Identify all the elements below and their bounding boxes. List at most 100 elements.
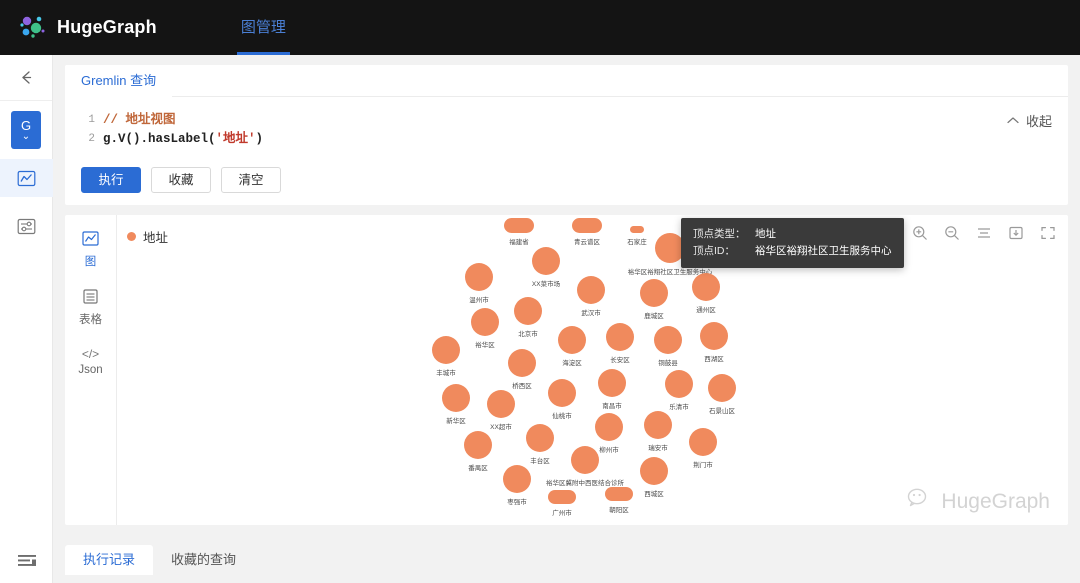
graph-node-circle[interactable] (526, 424, 554, 452)
graph-node-circle[interactable] (640, 279, 668, 307)
arrow-left-icon (21, 71, 31, 84)
app-root: HugeGraph 图管理 G ⌄ Gremlin 查询 收起 1 // 地址视… (0, 0, 1080, 583)
wechat-watermark: HugeGraph (907, 487, 1050, 517)
graph-node-label: 青云谱区 (574, 239, 600, 246)
graph-node-circle[interactable] (514, 297, 542, 325)
brand-name: HugeGraph (57, 17, 157, 37)
graph-node-circle[interactable] (504, 218, 534, 233)
chart-analysis-icon (10, 163, 44, 193)
canvas-toolbar (912, 225, 1056, 241)
zoom-in-icon[interactable] (912, 225, 928, 241)
graph-node-circle[interactable] (598, 369, 626, 397)
graph-node-label: 石景山区 (709, 408, 735, 415)
rail-back-button[interactable] (0, 55, 52, 101)
rail-bottom-menu-button[interactable] (0, 553, 53, 571)
result-view-tabs: 图 表格 </> Json (65, 215, 117, 525)
graph-node-circle[interactable] (487, 390, 515, 418)
bottom-tab-history[interactable]: 执行记录 (65, 545, 154, 575)
tooltip-row: 顶点ID： 裕华区裕翔社区卫生服务中心 (693, 243, 892, 260)
watermark-text: HugeGraph (941, 490, 1050, 513)
graph-node-circle[interactable] (700, 322, 728, 350)
gremlin-code-editor[interactable]: 1 // 地址视图 2 g.V().hasLabel('地址') (81, 111, 1052, 149)
code-statement: g.V().hasLabel('地址') (103, 130, 263, 149)
tab-gremlin-query[interactable]: Gremlin 查询 (65, 65, 173, 97)
graph-node-label: 海淀区 (562, 360, 582, 367)
result-panel: 图 表格 </> Json 地址 福建省 青云谱区 石家庄 裕华区裕翔社区卫生服… (65, 215, 1068, 525)
collapse-label: 收起 (1025, 114, 1052, 129)
code-comment: // 地址视图 (103, 113, 176, 127)
result-tab-table-label: 表格 (79, 314, 102, 326)
layout-icon[interactable] (976, 225, 992, 241)
graph-node-circle[interactable] (595, 413, 623, 441)
tooltip-key: 顶点类型： (693, 228, 746, 240)
graph-node-circle[interactable] (558, 326, 586, 354)
graph-legend: 地址 (127, 227, 168, 246)
graph-node-circle[interactable] (605, 487, 633, 501)
graph-node-label: XX菜市场 (531, 281, 561, 288)
graph-node-circle[interactable] (689, 428, 717, 456)
fullscreen-icon[interactable] (1040, 225, 1056, 241)
graph-node-circle[interactable] (708, 374, 736, 402)
graph-node-circle[interactable] (442, 384, 470, 412)
bottom-tab-favorites[interactable]: 收藏的查询 (153, 545, 254, 575)
top-header-bar: HugeGraph 图管理 (0, 0, 1080, 55)
graph-node-label: 桥西区 (512, 383, 532, 390)
graph-node-label: 仙桃市 (552, 413, 572, 420)
graph-canvas[interactable]: 地址 福建省 青云谱区 石家庄 裕华区裕翔社区卫生服务中心 XX菜市场 温州市 … (117, 215, 1068, 525)
graph-node-circle[interactable] (532, 247, 560, 275)
graph-node-circle[interactable] (577, 276, 605, 304)
graph-node-circle[interactable] (644, 411, 672, 439)
graph-node-circle[interactable] (464, 431, 492, 459)
graph-node-circle[interactable] (665, 370, 693, 398)
rail-item-metadata[interactable] (0, 207, 52, 245)
rail-item-graph-selector[interactable]: G ⌄ (0, 111, 52, 149)
export-image-icon[interactable] (1008, 225, 1024, 241)
graph-node-circle[interactable] (503, 465, 531, 493)
graph-node-circle[interactable] (465, 263, 493, 291)
graph-node-label: 丰台区 (530, 458, 550, 465)
bottom-tab-bar: 执行记录 收藏的查询 (65, 535, 1068, 575)
graph-node-circle[interactable] (471, 308, 499, 336)
graph-node-label: 铜鼓县 (658, 360, 678, 367)
graph-node-circle[interactable] (548, 490, 576, 504)
graph-node-label: 瑞安市 (648, 445, 668, 452)
favorite-button[interactable]: 收藏 (151, 167, 211, 193)
graph-node-label: 番禺区 (468, 465, 488, 472)
tooltip-row: 顶点类型： 地址 (693, 226, 892, 243)
graph-nodes-logo-icon (18, 13, 48, 43)
legend-label: 地址 (143, 231, 169, 245)
graph-node-label: 荆门市 (693, 462, 713, 469)
execute-button[interactable]: 执行 (81, 167, 141, 193)
result-tab-table[interactable]: 表格 (65, 289, 117, 327)
graph-node-label: 石家庄 (627, 239, 647, 246)
graph-node-circle[interactable] (548, 379, 576, 407)
graph-node-circle[interactable] (630, 226, 644, 233)
clear-button[interactable]: 清空 (221, 167, 281, 193)
chevron-down-icon: ⌄ (21, 131, 31, 143)
graph-node-circle[interactable] (640, 457, 668, 485)
graph-view-icon (82, 231, 99, 250)
graph-node-circle[interactable] (432, 336, 460, 364)
graph-node-circle[interactable] (654, 326, 682, 354)
zoom-out-icon[interactable] (944, 225, 960, 241)
result-tab-json[interactable]: </> Json (65, 347, 117, 376)
metadata-config-icon (9, 211, 43, 241)
tooltip-key: 顶点ID： (693, 245, 735, 257)
graph-node-circle[interactable] (571, 446, 599, 474)
graph-node-circle[interactable] (606, 323, 634, 351)
line-number: 1 (88, 114, 95, 126)
graph-node-circle[interactable] (572, 218, 602, 233)
code-prefix: g.V().hasLabel( (103, 132, 216, 146)
graph-node-label: 枣强市 (507, 499, 527, 506)
collapse-editor-button[interactable]: 收起 (1007, 111, 1052, 130)
brand: HugeGraph (18, 13, 157, 43)
graph-node-label: 朝阳区 (609, 507, 629, 514)
editor-action-buttons: 执行 收藏 清空 (81, 167, 1052, 193)
result-tab-graph[interactable]: 图 (65, 231, 117, 269)
tab-graph-management[interactable]: 图管理 (236, 0, 290, 55)
graph-node-circle[interactable] (508, 349, 536, 377)
rail-item-gremlin-query[interactable] (0, 159, 53, 197)
gremlin-editor-card: Gremlin 查询 收起 1 // 地址视图 2 g.V().hasLabel… (65, 65, 1068, 205)
code-line: 1 // 地址视图 (81, 111, 1052, 130)
graph-node-circle[interactable] (692, 273, 720, 301)
